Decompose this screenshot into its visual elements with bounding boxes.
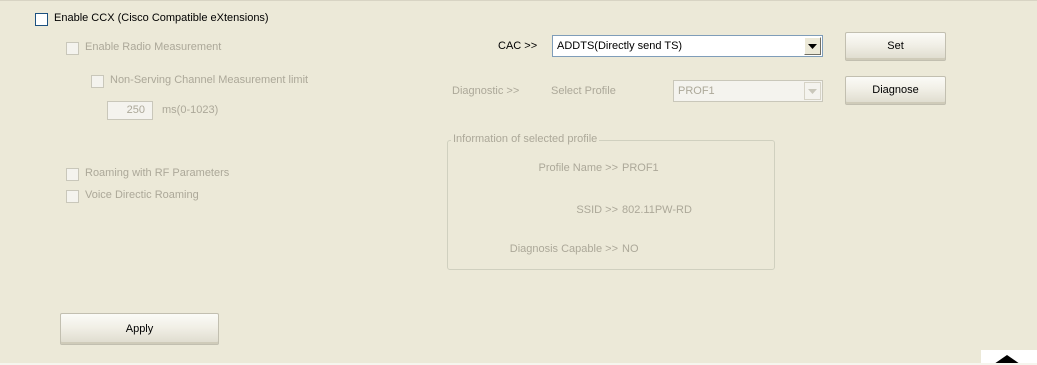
top-divider bbox=[0, 0, 1037, 1]
chevron-down-icon[interactable] bbox=[804, 37, 821, 55]
profile-info-title: Information of selected profile bbox=[451, 131, 600, 147]
roaming-rf-label: Roaming with RF Parameters bbox=[85, 167, 230, 179]
diagnosis-capable-value: NO bbox=[622, 243, 639, 255]
diagnose-button[interactable]: Diagnose bbox=[845, 76, 946, 105]
enable-ccx-label: Enable CCX (Cisco Compatible eXtensions) bbox=[54, 12, 269, 24]
profile-selected-value: PROF1 bbox=[678, 85, 715, 97]
diagnosis-capable-label: Diagnosis Capable >> bbox=[509, 243, 618, 255]
cac-label: CAC >> bbox=[498, 40, 538, 52]
profile-name-label: Profile Name >> bbox=[538, 162, 618, 174]
apply-button[interactable]: Apply bbox=[60, 313, 219, 345]
profile-name-value: PROF1 bbox=[622, 162, 659, 174]
roaming-rf-checkbox[interactable] bbox=[66, 168, 79, 181]
ssid-value: 802.11PW-RD bbox=[622, 204, 692, 216]
measurement-limit-input[interactable]: 250 bbox=[107, 101, 153, 120]
non-serving-checkbox[interactable] bbox=[91, 75, 104, 88]
voice-roaming-label: Voice Directic Roaming bbox=[85, 189, 199, 201]
measurement-limit-unit: ms(0-1023) bbox=[162, 104, 219, 116]
non-serving-label: Non-Serving Channel Measurement limit bbox=[110, 74, 309, 86]
cac-selected-value: ADDTS(Directly send TS) bbox=[557, 40, 683, 52]
ssid-label: SSID >> bbox=[576, 204, 618, 216]
enable-ccx-checkbox[interactable] bbox=[35, 13, 48, 26]
select-profile-label: Select Profile bbox=[551, 85, 616, 97]
radio-measurement-checkbox[interactable] bbox=[66, 42, 79, 55]
set-button[interactable]: Set bbox=[845, 32, 946, 61]
diagnostic-label: Diagnostic >> bbox=[452, 85, 520, 97]
profile-select[interactable]: PROF1 bbox=[673, 80, 823, 102]
voice-roaming-checkbox[interactable] bbox=[66, 190, 79, 203]
cac-select[interactable]: ADDTS(Directly send TS) bbox=[552, 35, 823, 57]
chevron-down-icon[interactable] bbox=[804, 82, 821, 100]
radio-measurement-label: Enable Radio Measurement bbox=[85, 41, 222, 53]
